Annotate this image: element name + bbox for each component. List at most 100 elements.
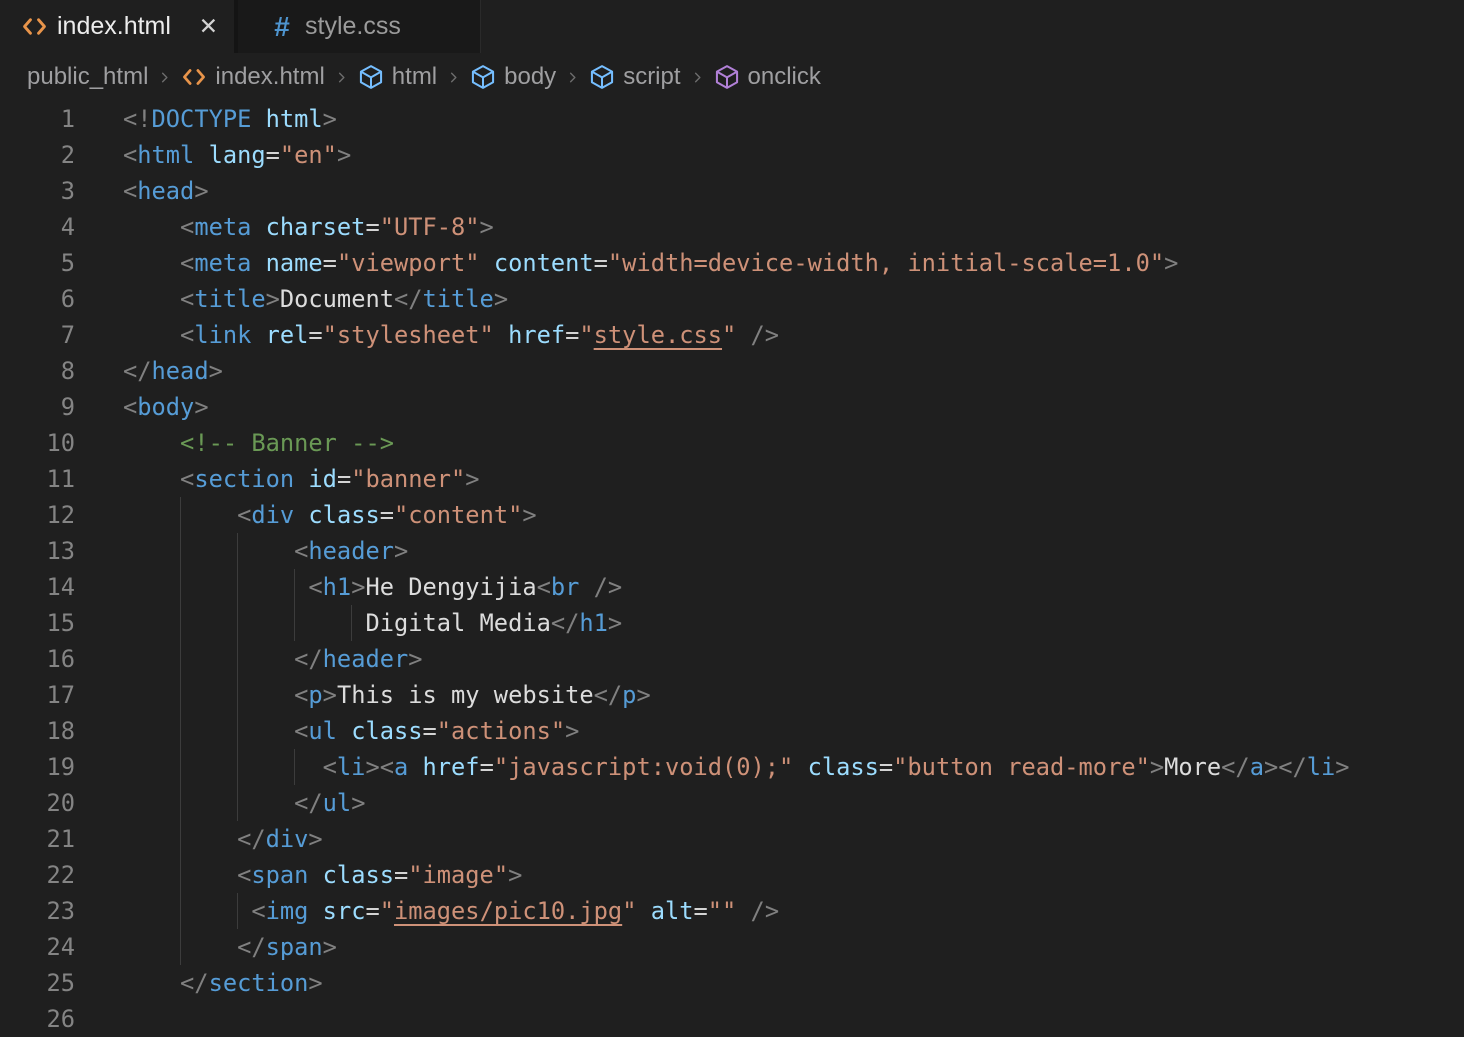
code-token: section bbox=[209, 969, 309, 997]
code-line-content[interactable]: <title>Document</title> bbox=[123, 281, 508, 317]
breadcrumb-label: onclick bbox=[748, 63, 821, 91]
code-token: = bbox=[308, 321, 322, 349]
code-token: class bbox=[294, 501, 380, 529]
code-line-content[interactable]: <head> bbox=[123, 173, 209, 209]
code-line-content[interactable]: <!DOCTYPE html> bbox=[123, 101, 337, 137]
breadcrumb-item-index-html[interactable]: index.html bbox=[181, 63, 324, 91]
line-number: 23 bbox=[0, 893, 75, 929]
code-line: 18 <ul class="actions"> bbox=[0, 713, 1464, 749]
code-token: p bbox=[622, 681, 636, 709]
code-token: ul bbox=[323, 789, 352, 817]
code-token: section bbox=[194, 465, 294, 493]
code-token: = bbox=[394, 861, 408, 889]
code-token: > bbox=[565, 717, 579, 745]
code-line-content[interactable]: Digital Media</h1> bbox=[123, 605, 622, 641]
code-token: = bbox=[594, 249, 608, 277]
code-line-content[interactable]: <!-- Banner --> bbox=[123, 425, 394, 461]
symbol-cube-icon bbox=[589, 64, 615, 90]
code-line-content[interactable]: </head> bbox=[123, 353, 223, 389]
breadcrumb-item-script[interactable]: script bbox=[589, 63, 680, 91]
line-number: 20 bbox=[0, 785, 75, 821]
indent-whitespace bbox=[123, 285, 180, 313]
line-number: 1 bbox=[0, 101, 75, 137]
code-token: = bbox=[365, 213, 379, 241]
code-token: = bbox=[694, 897, 708, 925]
code-line-content[interactable]: <body> bbox=[123, 389, 209, 425]
breadcrumb-item-public-html[interactable]: public_html bbox=[27, 63, 148, 91]
code-token: > bbox=[1335, 753, 1349, 781]
code-token: > bbox=[494, 285, 508, 313]
code-line-content[interactable]: </ul> bbox=[123, 785, 365, 821]
code-token: "banner" bbox=[351, 465, 465, 493]
indent-whitespace bbox=[123, 969, 180, 997]
symbol-cube-icon bbox=[470, 64, 496, 90]
close-icon[interactable]: ✕ bbox=[197, 13, 220, 40]
chevron-right-icon bbox=[157, 70, 172, 85]
line-number: 8 bbox=[0, 353, 75, 389]
code-token: > bbox=[337, 141, 351, 169]
breadcrumb-item-onclick[interactable]: onclick bbox=[714, 63, 821, 91]
code-line-content[interactable]: <li><a href="javascript:void(0);" class=… bbox=[123, 749, 1350, 785]
code-line: 25 </section> bbox=[0, 965, 1464, 1001]
code-line: 22 <span class="image"> bbox=[0, 857, 1464, 893]
chevron-right-icon bbox=[334, 70, 349, 85]
breadcrumb-item-body[interactable]: body bbox=[470, 63, 556, 91]
indent-whitespace bbox=[123, 825, 237, 853]
indent-whitespace bbox=[123, 213, 180, 241]
code-token: "" bbox=[708, 897, 737, 925]
code-line: 14 <h1>He Dengyijia<br /> bbox=[0, 569, 1464, 605]
css-file-icon: # bbox=[268, 13, 296, 41]
breadcrumb-label: public_html bbox=[27, 63, 148, 91]
indent-whitespace bbox=[123, 753, 323, 781]
code-token: /> bbox=[736, 321, 779, 349]
code-token: class bbox=[337, 717, 423, 745]
code-token: "javascript:void(0);" bbox=[494, 753, 793, 781]
code-line-content[interactable]: </header> bbox=[123, 641, 423, 677]
breadcrumb-item-html[interactable]: html bbox=[358, 63, 437, 91]
code-line-content[interactable]: <meta charset="UTF-8"> bbox=[123, 209, 494, 245]
code-line: 24 </span> bbox=[0, 929, 1464, 965]
line-number: 6 bbox=[0, 281, 75, 317]
code-line-content[interactable]: </span> bbox=[123, 929, 337, 965]
code-token: = bbox=[480, 753, 494, 781]
tab-style-css[interactable]: #style.css bbox=[238, 0, 481, 53]
chevron-right-icon bbox=[446, 70, 461, 85]
code-line-content[interactable]: <div class="content"> bbox=[123, 497, 537, 533]
code-token: < bbox=[294, 537, 308, 565]
line-number: 10 bbox=[0, 425, 75, 461]
code-token: html bbox=[251, 105, 322, 133]
code-token: header bbox=[323, 645, 409, 673]
code-token: </ bbox=[237, 933, 266, 961]
code-line: 6 <title>Document</title> bbox=[0, 281, 1464, 317]
code-token: ul bbox=[308, 717, 337, 745]
code-token: class bbox=[308, 861, 394, 889]
code-line-content[interactable]: <header> bbox=[123, 533, 408, 569]
code-line-content[interactable]: <section id="banner"> bbox=[123, 461, 480, 497]
code-line-content[interactable]: <meta name="viewport" content="width=dev… bbox=[123, 245, 1178, 281]
code-token: </ bbox=[394, 285, 423, 313]
tab-index-html[interactable]: index.html✕ bbox=[0, 0, 238, 53]
code-token: < bbox=[237, 861, 251, 889]
code-line-content[interactable]: <ul class="actions"> bbox=[123, 713, 579, 749]
code-line-content[interactable]: <link rel="stylesheet" href="style.css" … bbox=[123, 317, 779, 353]
chevron-right-icon bbox=[565, 70, 580, 85]
code-line-content[interactable]: <img src="images/pic10.jpg" alt="" /> bbox=[123, 893, 779, 929]
code-line-content[interactable]: <h1>He Dengyijia<br /> bbox=[123, 569, 622, 605]
code-line-content[interactable]: </div> bbox=[123, 821, 323, 857]
code-line: 19 <li><a href="javascript:void(0);" cla… bbox=[0, 749, 1464, 785]
line-number: 21 bbox=[0, 821, 75, 857]
code-line-content[interactable]: </section> bbox=[123, 965, 323, 1001]
code-token: h1 bbox=[323, 573, 352, 601]
code-token: html bbox=[137, 141, 194, 169]
code-line: 4 <meta charset="UTF-8"> bbox=[0, 209, 1464, 245]
line-number: 15 bbox=[0, 605, 75, 641]
code-line-content[interactable]: <html lang="en"> bbox=[123, 137, 351, 173]
code-token: </ bbox=[294, 789, 323, 817]
indent-whitespace bbox=[123, 933, 237, 961]
indent-whitespace bbox=[123, 681, 294, 709]
code-token: link bbox=[194, 321, 251, 349]
code-line-content[interactable]: <span class="image"> bbox=[123, 857, 522, 893]
line-number: 7 bbox=[0, 317, 75, 353]
code-line: 15 Digital Media</h1> bbox=[0, 605, 1464, 641]
code-line-content[interactable]: <p>This is my website</p> bbox=[123, 677, 651, 713]
